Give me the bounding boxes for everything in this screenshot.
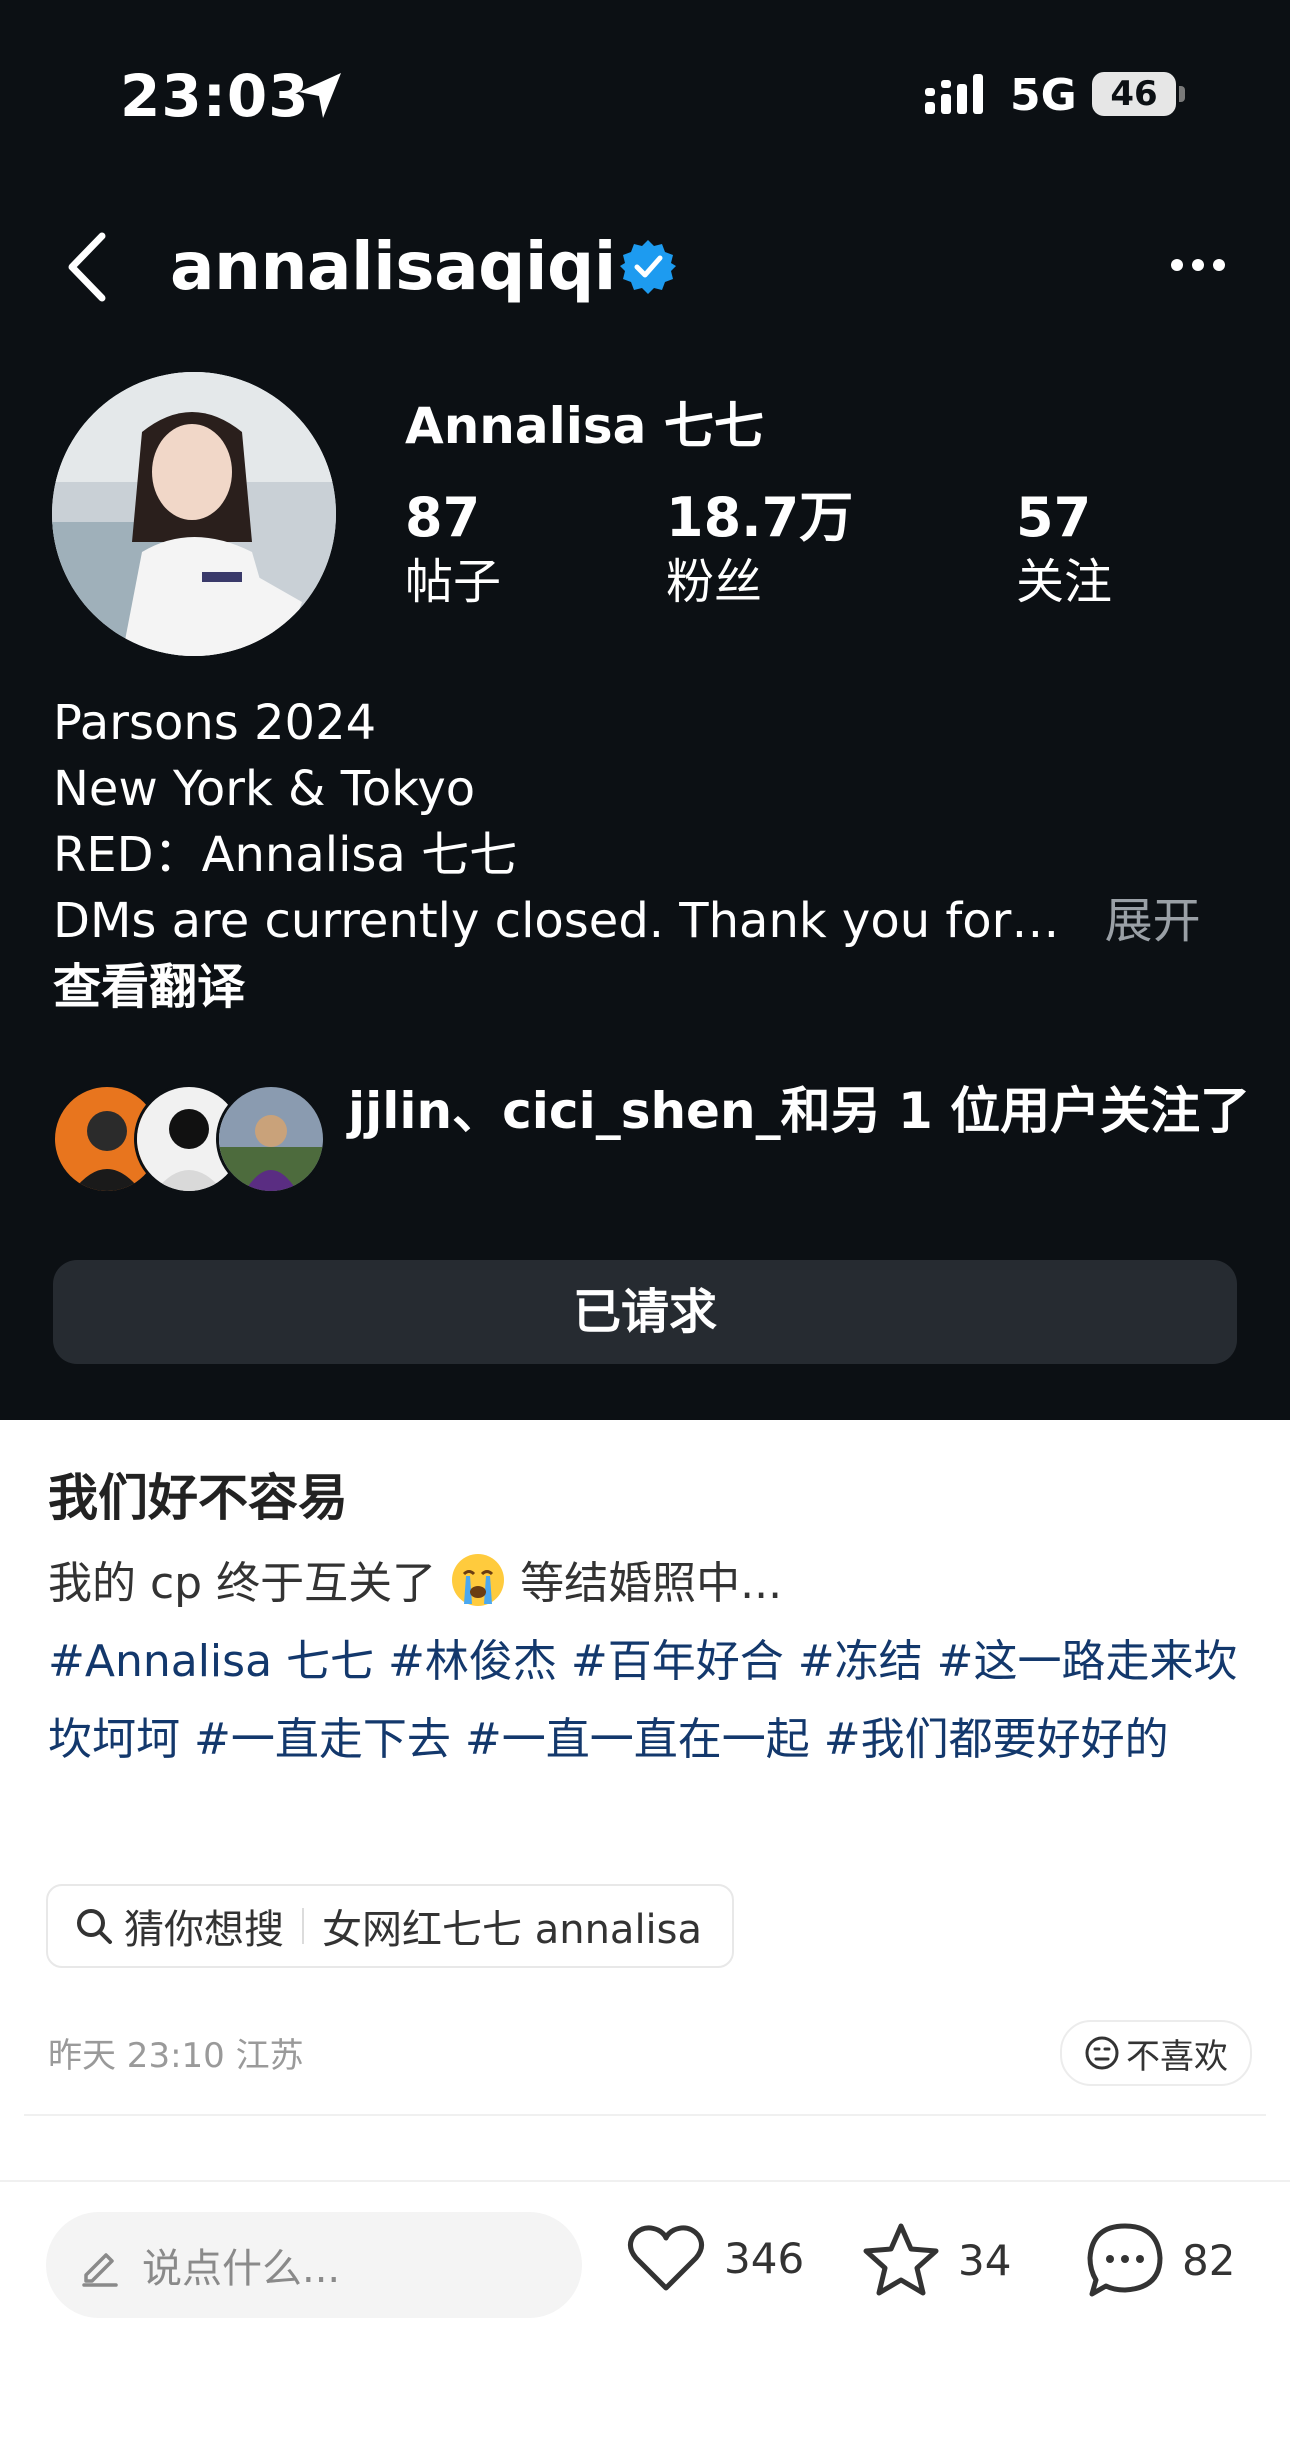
stat-posts-value: 87 xyxy=(405,486,481,549)
requested-button[interactable]: 已请求 xyxy=(53,1260,1237,1364)
location-arrow-icon xyxy=(299,73,341,118)
dislike-button[interactable]: 不喜欢 xyxy=(1060,2020,1252,2086)
post-title: 我们好不容易 xyxy=(48,1469,348,1527)
profile-avatar[interactable] xyxy=(52,372,336,656)
suggested-search-label: 猜你想搜 xyxy=(124,1907,284,1953)
profile-bio: Parsons 2024 New York & Tokyo RED：Annali… xyxy=(53,690,1201,1020)
star-icon xyxy=(863,2223,939,2296)
like-count: 346 xyxy=(724,2233,805,2283)
status-time: 23:03 xyxy=(120,62,310,130)
divider xyxy=(24,2114,1266,2116)
stat-followers-value: 18.7万 xyxy=(666,486,854,549)
bio-line: Parsons 2024 xyxy=(53,695,377,751)
suggested-search-chip[interactable]: 猜你想搜 女网红七七 annalisa xyxy=(46,1884,735,1968)
post-text: 我的 cp 终于互关了 xyxy=(48,1558,437,1609)
post-text: 等结婚照中... xyxy=(520,1558,783,1609)
like-button[interactable]: 346 xyxy=(626,2222,804,2294)
hashtag[interactable]: #我们都要好好的 xyxy=(824,1714,1169,1765)
followed-by-row[interactable]: jjlin、cici_shen_和另 1 位用户关注了 xyxy=(52,1080,1252,1210)
stat-followers-label: 粉丝 xyxy=(666,554,763,610)
crying-face-emoji-icon xyxy=(452,1554,505,1606)
profile-display-name: Annalisa 七七 xyxy=(405,397,764,455)
heart-icon xyxy=(628,2225,704,2291)
bio-line: New York & Tokyo xyxy=(53,761,476,817)
favorite-button[interactable]: 34 xyxy=(862,2222,1011,2298)
stat-followers[interactable]: 18.7万 粉丝 xyxy=(666,485,853,613)
more-options-icon[interactable] xyxy=(1170,258,1226,272)
stat-posts[interactable]: 87 帖子 xyxy=(405,485,501,613)
hashtag[interactable]: #Annalisa 七七 xyxy=(48,1636,374,1687)
avatar-photo xyxy=(52,372,336,656)
follower-avatar xyxy=(216,1084,326,1194)
bio-expand-link[interactable]: 展开 xyxy=(1105,893,1201,949)
hashtag[interactable]: #一直一直在一起 xyxy=(465,1714,810,1765)
chat-bubble-icon xyxy=(1087,2223,1163,2297)
hashtag[interactable]: #林俊杰 xyxy=(388,1636,557,1687)
dislike-label: 不喜欢 xyxy=(1126,2036,1228,2077)
divider xyxy=(0,2180,1290,2182)
comment-count: 82 xyxy=(1182,2235,1236,2285)
bio-line: RED：Annalisa 七七 xyxy=(53,827,518,883)
comment-placeholder: 说点什么... xyxy=(142,2246,341,2292)
comments-button[interactable]: 82 xyxy=(1086,2222,1235,2298)
verified-badge-icon xyxy=(620,240,676,294)
stat-posts-label: 帖子 xyxy=(405,554,502,610)
favorite-count: 34 xyxy=(958,2235,1012,2285)
search-icon xyxy=(77,1909,112,1944)
stat-following-value: 57 xyxy=(1016,486,1092,549)
meh-face-icon xyxy=(1085,2036,1119,2070)
bio-line-truncated: DMs are currently closed. Thank you for…… xyxy=(53,888,1201,954)
pencil-icon xyxy=(82,2253,118,2287)
hashtag[interactable]: #一直走下去 xyxy=(194,1714,451,1765)
battery-level: 46 xyxy=(1092,72,1176,116)
stat-following-label: 关注 xyxy=(1016,554,1113,610)
status-bar: 23:03 5G 46 xyxy=(0,0,1290,190)
signal-icon xyxy=(925,74,983,114)
comment-input[interactable]: 说点什么... xyxy=(46,2212,582,2318)
hashtag[interactable]: #百年好合 xyxy=(571,1636,784,1687)
stat-following[interactable]: 57 关注 xyxy=(1016,485,1112,613)
bio-line: DMs are currently closed. Thank you for… xyxy=(53,893,1060,949)
battery-tip xyxy=(1179,86,1185,102)
profile-username: annalisaqiqi xyxy=(170,228,616,305)
network-type: 5G xyxy=(1010,70,1077,121)
chip-divider xyxy=(302,1908,304,1944)
hashtag[interactable]: #冻结 xyxy=(798,1636,923,1687)
profile-screenshot: 23:03 5G 46 annalisaqiqi Annalisa 七七 87 … xyxy=(0,0,1290,1420)
post-body: 我的 cp 终于互关了 等结婚照中... #Annalisa 七七 #林俊杰 #… xyxy=(48,1545,1248,1779)
suggested-search-query: 女网红七七 annalisa xyxy=(322,1907,703,1953)
followed-by-text: jjlin、cici_shen_和另 1 位用户关注了 xyxy=(348,1082,1251,1140)
back-arrow-icon[interactable] xyxy=(62,230,112,304)
post-meta: 昨天 23:10 江苏 xyxy=(48,2036,304,2076)
see-translation-link[interactable]: 查看翻译 xyxy=(53,954,1201,1020)
